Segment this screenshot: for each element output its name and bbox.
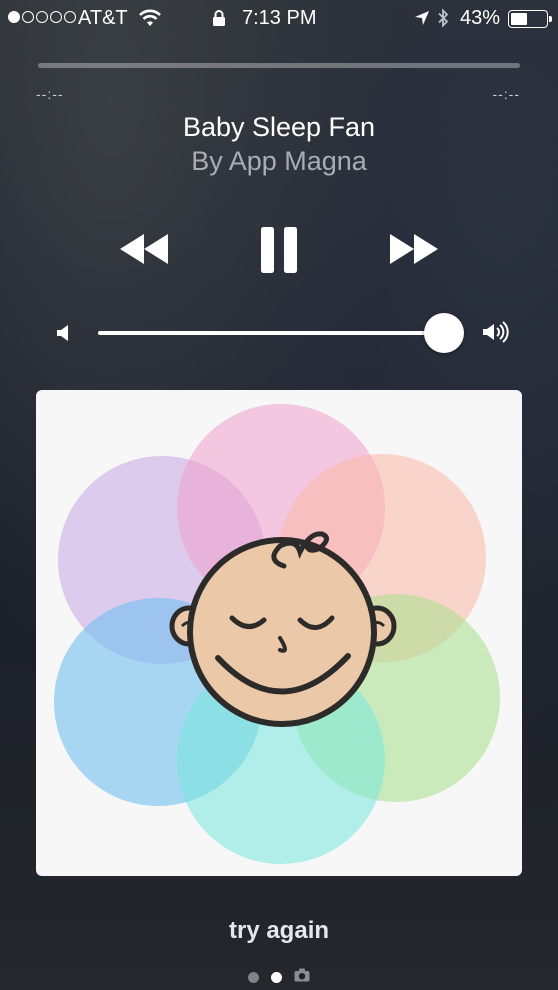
- camera-icon[interactable]: [294, 968, 310, 987]
- track-title: Baby Sleep Fan: [182, 112, 376, 142]
- pause-button[interactable]: [259, 226, 299, 279]
- volume-low-icon: [56, 323, 72, 348]
- bluetooth-icon: [436, 8, 450, 33]
- page-indicator[interactable]: [0, 968, 558, 987]
- lock-icon: [212, 9, 226, 32]
- remaining-time: --:--: [492, 86, 520, 102]
- fast-forward-button[interactable]: [388, 232, 440, 271]
- album-artwork: [36, 390, 522, 876]
- volume-slider-thumb[interactable]: [424, 313, 464, 353]
- playback-scrubber[interactable]: [38, 63, 520, 68]
- elapsed-time: --:--: [36, 86, 64, 102]
- battery-icon: [508, 10, 552, 28]
- volume-slider[interactable]: [98, 331, 444, 335]
- page-dot[interactable]: [248, 972, 259, 983]
- signal-strength-icon: [8, 11, 76, 23]
- try-again-button[interactable]: try again: [0, 917, 558, 945]
- clock: 7:13 PM: [242, 7, 317, 29]
- carrier-name: AT&T: [78, 7, 128, 29]
- volume-high-icon: [482, 320, 512, 349]
- location-arrow-icon: [414, 10, 430, 31]
- track-artist: By App Magna: [191, 146, 367, 176]
- battery-percent: 43%: [460, 7, 501, 29]
- rewind-button[interactable]: [118, 232, 170, 271]
- baby-sleep-logo-image: [54, 404, 500, 864]
- page-dot-active[interactable]: [271, 972, 282, 983]
- status-bar: AT&T 7:13 PM 43%: [0, 0, 558, 36]
- wifi-icon: [138, 8, 162, 33]
